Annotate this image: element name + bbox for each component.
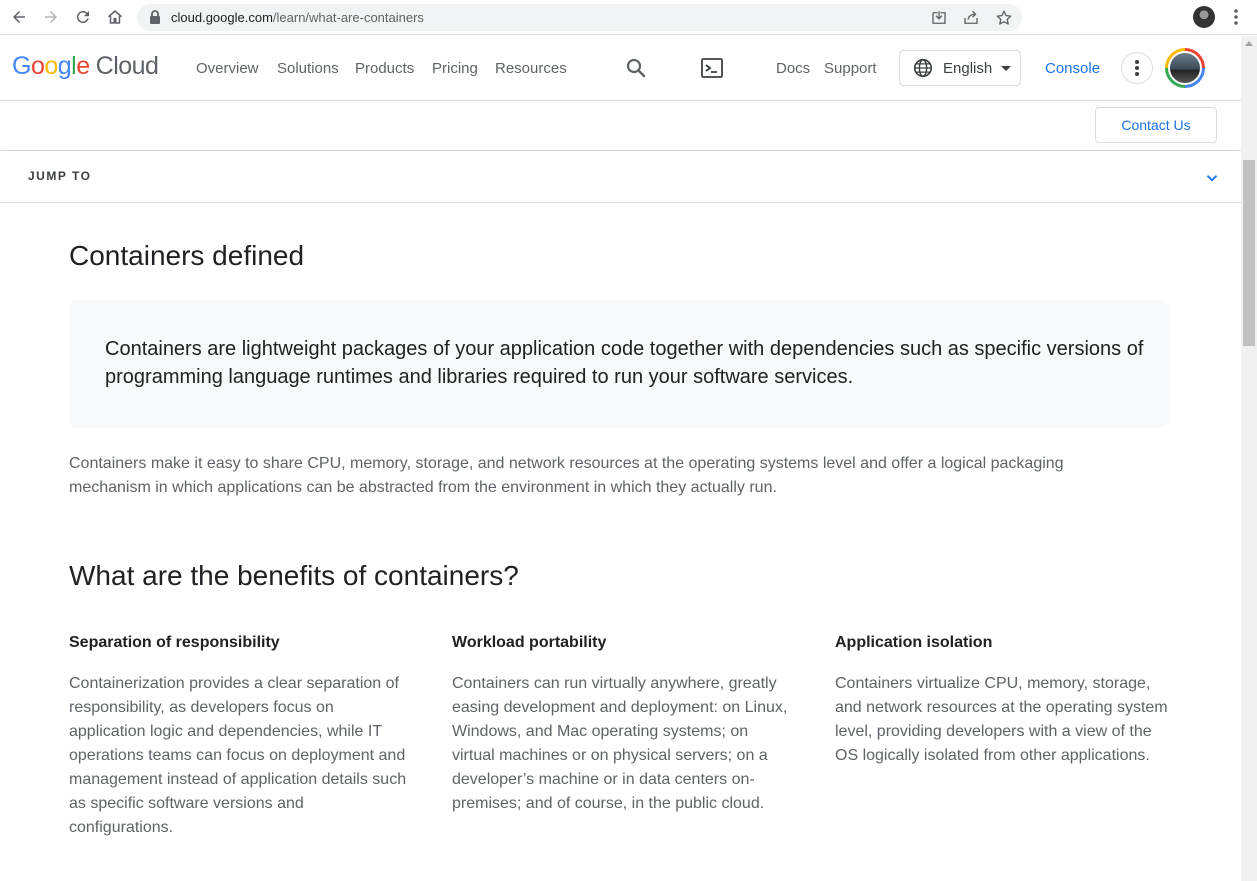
search-icon[interactable] <box>624 56 648 80</box>
benefit-title: Workload portability <box>452 634 607 651</box>
nav-products[interactable]: Products <box>355 60 414 77</box>
chevron-down-icon[interactable] <box>1203 169 1221 187</box>
globe-icon <box>913 58 933 78</box>
benefit-body: Containers can run virtually anywhere, g… <box>452 675 788 812</box>
console-link[interactable]: Console <box>1045 60 1100 77</box>
url-path: /learn/what-are-containers <box>272 10 424 25</box>
logo-letter: g <box>57 52 72 80</box>
benefit-body: Containers virtualize CPU, memory, stora… <box>835 675 1168 764</box>
scrollbar-thumb[interactable] <box>1243 160 1255 346</box>
logo-letter: G <box>12 52 31 80</box>
install-icon[interactable] <box>930 9 948 27</box>
benefit-column: Workload portability Containers can run … <box>452 632 792 816</box>
nav-overview[interactable]: Overview <box>196 60 259 77</box>
browser-profile-avatar[interactable] <box>1193 6 1215 28</box>
share-icon[interactable] <box>962 9 980 27</box>
jump-to-label: JUMP TO <box>28 169 92 183</box>
benefit-title: Separation of responsibility <box>69 634 280 651</box>
nav-docs[interactable]: Docs <box>776 60 810 77</box>
intro-paragraph: Containers make it easy to share CPU, me… <box>69 455 1064 496</box>
site-header: Google Cloud Overview Solutions Products … <box>0 36 1257 101</box>
contact-us-button[interactable]: Contact Us <box>1095 107 1217 143</box>
more-vert-icon <box>1135 60 1139 76</box>
nav-solutions[interactable]: Solutions <box>277 60 339 77</box>
logo-cloud-word: Cloud <box>95 52 159 80</box>
contact-bar: Contact Us <box>0 101 1241 150</box>
url-text: cloud.google.com/learn/what-are-containe… <box>171 10 424 25</box>
reload-icon[interactable] <box>70 5 96 29</box>
heading-benefits: What are the benefits of containers? <box>69 560 519 591</box>
benefit-column: Application isolation Containers virtual… <box>835 632 1175 768</box>
more-options-button[interactable] <box>1121 52 1153 84</box>
language-label: English <box>943 59 993 77</box>
google-cloud-logo[interactable]: Google Cloud <box>12 52 159 81</box>
url-domain: cloud.google.com <box>171 10 273 25</box>
home-icon[interactable] <box>102 5 128 29</box>
caret-down-icon <box>1001 65 1012 71</box>
logo-letter: o <box>30 52 45 80</box>
nav-resources[interactable]: Resources <box>495 60 567 77</box>
language-selector[interactable]: English <box>899 50 1021 86</box>
browser-toolbar: cloud.google.com/learn/what-are-containe… <box>0 0 1257 35</box>
logo-letter: o <box>44 52 58 80</box>
logo-letter: e <box>76 52 90 80</box>
benefit-body: Containerization provides a clear separa… <box>69 675 407 836</box>
back-icon[interactable] <box>6 5 32 29</box>
forward-icon[interactable] <box>38 5 64 29</box>
lock-icon[interactable] <box>148 10 162 25</box>
benefit-title: Application isolation <box>835 634 993 651</box>
benefit-column: Separation of responsibility Containeriz… <box>69 632 409 840</box>
account-avatar[interactable] <box>1165 48 1205 88</box>
terminal-icon[interactable] <box>700 56 724 80</box>
nav-support[interactable]: Support <box>824 60 877 77</box>
definition-callout: Containers are lightweight packages of y… <box>69 300 1169 428</box>
jump-to-bar[interactable]: JUMP TO <box>0 151 1241 203</box>
heading-containers-defined: Containers defined <box>69 240 305 271</box>
browser-menu-icon[interactable] <box>1228 7 1244 27</box>
nav-pricing[interactable]: Pricing <box>432 60 478 77</box>
callout-text: Containers are lightweight packages of y… <box>105 338 1144 388</box>
star-icon[interactable] <box>995 9 1013 27</box>
address-bar[interactable]: cloud.google.com/learn/what-are-containe… <box>137 4 1022 31</box>
avatar-photo <box>1168 51 1202 85</box>
scroll-up-arrow-icon[interactable] <box>1245 41 1253 46</box>
